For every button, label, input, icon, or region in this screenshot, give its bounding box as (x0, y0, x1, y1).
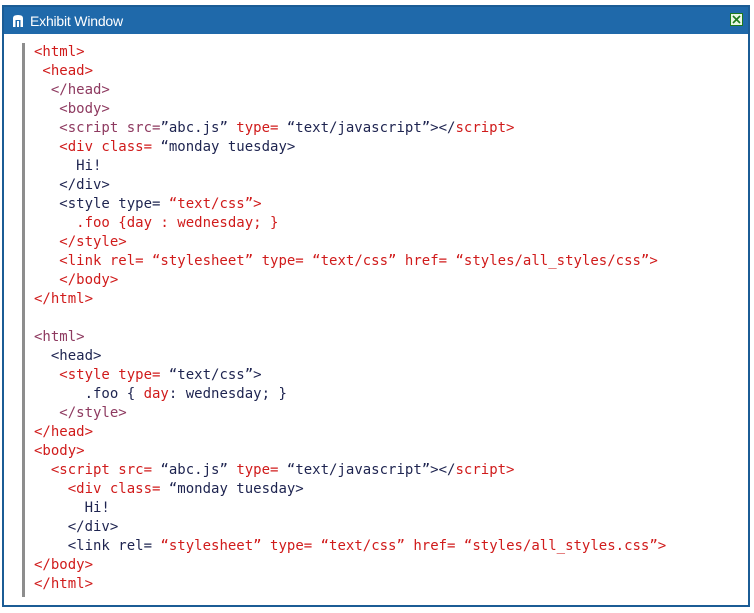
code-token: “text/css”> (160, 367, 262, 383)
code-line: <head> (34, 62, 666, 81)
code-line: </body> (34, 556, 666, 575)
code-token: href= (413, 538, 456, 554)
code-token: type= (270, 538, 313, 554)
code-token: type= (236, 462, 279, 478)
code-gutter (22, 43, 25, 597)
code-token: “styles/all_styles.css”> (455, 538, 667, 554)
code-token: type= (236, 120, 279, 136)
code-token: “styles/all_styles/css”> (447, 253, 658, 269)
code-line: <script src=”abc.js” type= “text/javascr… (34, 119, 666, 138)
code-token: type= (261, 253, 304, 269)
code-token: “text/css” (303, 253, 405, 269)
code-token: <style type= (34, 367, 161, 383)
code-line: <style type= “text/css”> (34, 366, 666, 385)
exhibit-window: Exhibit Window <html> <head> </head> <bo… (2, 5, 750, 607)
code-token: <head> (34, 348, 102, 364)
code-token: Hi! (34, 158, 102, 174)
code-line: Hi! (34, 157, 666, 176)
code-line: <body> (34, 442, 666, 461)
code-token: </div> (34, 177, 110, 193)
code-token: <body> (34, 443, 85, 459)
code-line: <link rel= “stylesheet” type= “text/css”… (34, 252, 666, 271)
exhibit-content: <html> <head> </head> <body> <script src… (4, 34, 748, 605)
code-line: <body> (34, 100, 666, 119)
code-token: “monday tuesday> (160, 481, 304, 497)
code-token: : wednesday; } (168, 386, 287, 402)
code-line: </head> (34, 81, 666, 100)
code-token: script> (455, 462, 515, 478)
code-line: <style type= “text/css”> (34, 195, 666, 214)
code-token: “text/css” (312, 538, 414, 554)
code-token: “stylesheet” (152, 538, 271, 554)
code-line: .foo {day : wednesday; } (34, 214, 666, 233)
code-token: <body> (34, 101, 110, 117)
code-token: <html> (34, 329, 85, 345)
code-token: “text/javascript”></ (278, 120, 456, 136)
code-line: </div> (34, 176, 666, 195)
code-token: <head> (34, 63, 94, 79)
code-token: </style> (34, 405, 127, 421)
code-token: .foo { (34, 386, 144, 402)
code-token: “stylesheet” (143, 253, 262, 269)
code-token: </head> (34, 424, 94, 440)
code-token: script> (455, 120, 515, 136)
code-token: ”abc.js” (160, 120, 237, 136)
code-line: <div class= “monday tuesday> (34, 138, 666, 157)
code-line: <link rel= “stylesheet” type= “text/css”… (34, 537, 667, 556)
code-token: </body> (34, 272, 119, 288)
code-line: </head> (34, 423, 666, 442)
code-token: </style> (34, 234, 127, 250)
code-token: <html> (34, 44, 85, 60)
code-token: <link rel= (34, 538, 153, 554)
code-token: <script src= (34, 462, 153, 478)
close-icon[interactable] (730, 13, 743, 26)
code-token: <script src= (34, 120, 161, 136)
code-token: “abc.js” (152, 462, 237, 478)
code-line: </style> (34, 233, 666, 252)
code-line: </html> (34, 290, 666, 309)
code-line: </html> (34, 575, 666, 594)
exhibit-icon (10, 13, 26, 29)
title-bar: Exhibit Window (4, 7, 748, 34)
code-line: Hi! (34, 499, 666, 518)
code-token: </html> (34, 291, 94, 307)
code-line: <div class= “monday tuesday> (34, 480, 666, 499)
code-line: </body> (34, 271, 666, 290)
code-line: <html> (34, 43, 666, 62)
code-token: <link rel= (34, 253, 144, 269)
code-line: .foo { day: wednesday; } (34, 385, 666, 404)
code-line: <html> (34, 328, 666, 347)
code-line: <head> (34, 347, 666, 366)
code-token: <div class= (34, 481, 161, 497)
window-title: Exhibit Window (30, 12, 123, 29)
code-token: <div class= (34, 139, 153, 155)
code-token: .foo {day : wednesday; } (34, 215, 279, 231)
code-token: </html> (34, 576, 94, 592)
code-token: </body> (34, 557, 94, 573)
code-block: <html> <head> </head> <body> <script src… (34, 43, 666, 594)
code-token: day (143, 386, 169, 402)
code-token: “monday tuesday> (152, 139, 296, 155)
code-token: href= (404, 253, 448, 269)
code-line: <script src= “abc.js” type= “text/javasc… (34, 461, 666, 480)
code-token: <style type= (34, 196, 161, 212)
code-token: Hi! (34, 500, 110, 516)
code-line: </div> (34, 518, 666, 537)
code-token: </div> (34, 519, 119, 535)
code-line: </style> (34, 404, 666, 423)
code-token: “text/css”> (160, 196, 262, 212)
code-token: “text/javascript”></ (278, 462, 456, 478)
code-token: </head> (34, 82, 110, 98)
